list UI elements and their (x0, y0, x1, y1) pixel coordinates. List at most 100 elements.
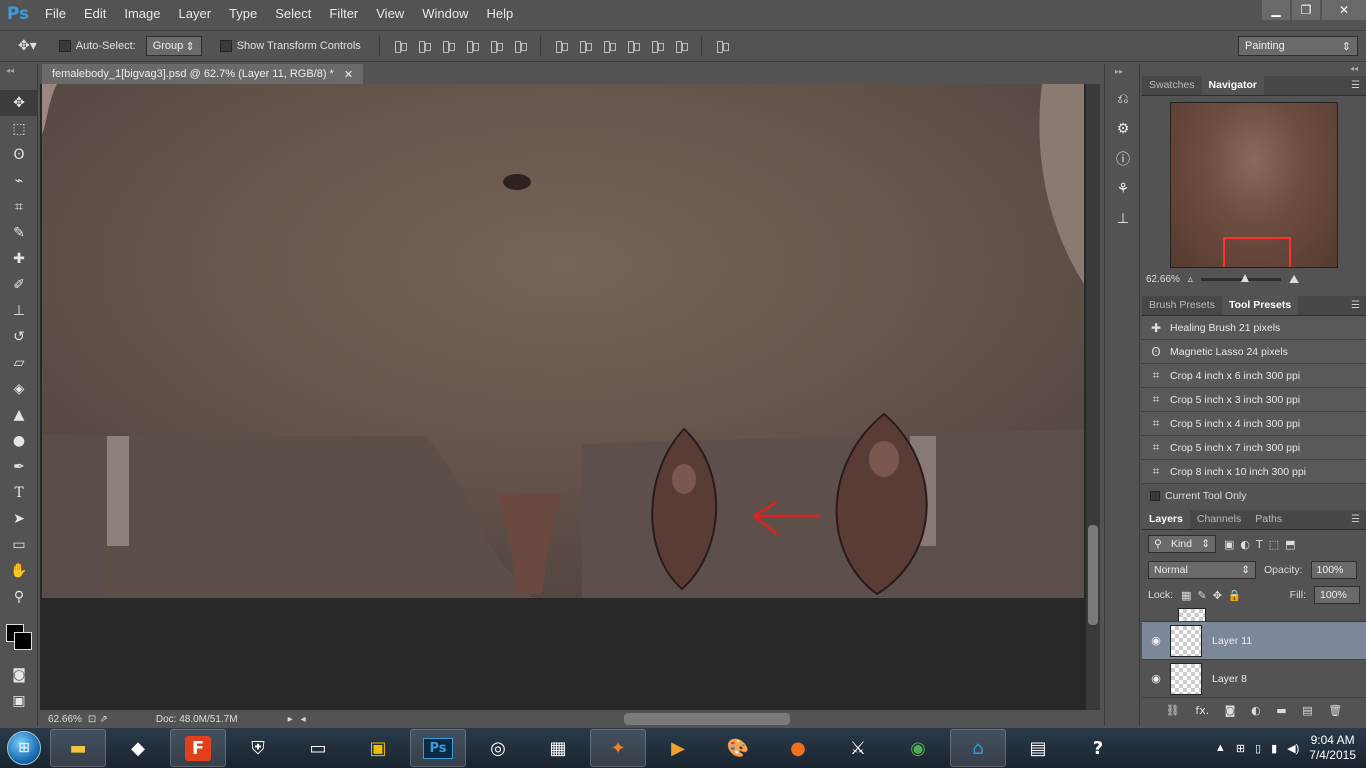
auto-select-dropdown[interactable]: Group ⇕ (145, 36, 202, 56)
align-hcenter-icon[interactable] (488, 38, 504, 54)
distribute-bottom-icon[interactable] (601, 38, 617, 54)
path-select-tool-icon[interactable]: ➤ (0, 506, 38, 532)
tab-paths[interactable]: Paths (1248, 510, 1289, 529)
f-app-taskbar-icon[interactable]: F (170, 729, 226, 767)
toolbox-collapse-icon[interactable]: ◂◂ (0, 64, 37, 90)
navigator-zoom-value[interactable]: 62.66% (1146, 274, 1180, 285)
menu-view[interactable]: View (367, 0, 413, 28)
creation-kit-taskbar-icon[interactable]: ◆ (110, 729, 166, 767)
panel-menu-icon[interactable]: ☰ (1351, 296, 1360, 315)
eyedropper-tool-icon[interactable]: ✎ (0, 220, 38, 246)
distribute-left-icon[interactable] (625, 38, 641, 54)
align-top-icon[interactable] (392, 38, 408, 54)
rectangle-tool-icon[interactable]: ▭ (0, 532, 38, 558)
help-taskbar-icon[interactable]: ? (1070, 729, 1126, 767)
menu-type[interactable]: Type (220, 0, 266, 28)
paint-bucket-tool-icon[interactable]: ◈ (0, 376, 38, 402)
distribute-right-icon[interactable] (673, 38, 689, 54)
horizontal-scroll-thumb[interactable] (624, 713, 790, 725)
scanner-taskbar-icon[interactable]: ▤ (1010, 729, 1066, 767)
panels-collapse-icon[interactable]: ◂◂ (1142, 64, 1366, 76)
distribute-top-icon[interactable] (553, 38, 569, 54)
layer-row-layer-11[interactable]: ◉ Layer 11 (1142, 622, 1366, 660)
auto-align-icon[interactable] (714, 38, 730, 54)
new-layer-icon[interactable]: ▤ (1302, 704, 1312, 717)
opacity-input[interactable]: 100% (1310, 561, 1357, 579)
loot-taskbar-icon[interactable]: ▣ (350, 729, 406, 767)
adjustment-layer-icon[interactable]: ◐ (1251, 704, 1261, 717)
distribute-vcenter-icon[interactable] (577, 38, 593, 54)
pen-tool-icon[interactable]: ✒ (0, 454, 38, 480)
auto-select-checkbox[interactable] (58, 40, 71, 52)
steam-taskbar-icon[interactable]: ◎ (470, 729, 526, 767)
transform-controls-checkbox[interactable] (219, 40, 232, 52)
firefox-taskbar-icon[interactable]: ● (770, 729, 826, 767)
delete-layer-icon[interactable]: 🗑 (1328, 704, 1342, 717)
list-item[interactable]: ⌗ Crop 5 inch x 3 inch 300 ppi (1142, 388, 1366, 412)
align-bottom-icon[interactable] (440, 38, 456, 54)
media-player-taskbar-icon[interactable]: ▶ (650, 729, 706, 767)
menu-image[interactable]: Image (115, 0, 169, 28)
align-right-icon[interactable] (512, 38, 528, 54)
list-item[interactable]: ⌗ Crop 8 inch x 10 inch 300 ppi (1142, 460, 1366, 484)
menu-help[interactable]: Help (477, 0, 522, 28)
explorer-taskbar-icon[interactable]: ▬ (50, 729, 106, 767)
workspace-dropdown[interactable]: Painting ⇕ (1238, 36, 1358, 56)
zoom-in-icon[interactable]: ⛰ (1289, 272, 1299, 287)
blur-tool-icon[interactable]: ▲ (0, 402, 38, 428)
layer-filter-icons[interactable]: ▣◐T⬚⬒ (1224, 538, 1302, 551)
properties-panel-icon[interactable]: ⚙ (1105, 114, 1141, 144)
nmm-taskbar-icon[interactable]: ✦ (590, 729, 646, 767)
close-tab-icon[interactable]: ✕ (344, 68, 353, 81)
hand-tool-icon[interactable]: ✋ (0, 558, 38, 584)
list-item[interactable]: ⌗ Crop 5 inch x 7 inch 300 ppi (1142, 436, 1366, 460)
menu-filter[interactable]: Filter (320, 0, 367, 28)
add-mask-icon[interactable]: ◙ (1225, 704, 1236, 717)
partial-layer-row[interactable] (1142, 608, 1366, 622)
link-layers-icon[interactable]: ⛓ (1166, 704, 1180, 717)
background-color-swatch[interactable] (14, 632, 32, 650)
align-vcenter-icon[interactable] (416, 38, 432, 54)
lasso-tool-icon[interactable]: ʘ (0, 142, 38, 168)
tab-tool-presets[interactable]: Tool Presets (1221, 296, 1299, 315)
clock[interactable]: 9:04 AM 7/4/2015 (1309, 733, 1356, 763)
brush-panel-icon[interactable]: ⚘ (1105, 174, 1141, 204)
lock-icons[interactable]: ▦✎✥🔒 (1181, 589, 1248, 602)
document-tab[interactable]: femalebody_1[bigvag3].psd @ 62.7% (Layer… (42, 64, 364, 84)
clone-source-panel-icon[interactable]: ⊥ (1105, 204, 1141, 234)
move-tool-icon[interactable]: ✥ (0, 90, 38, 116)
eraser-tool-icon[interactable]: ▱ (0, 350, 38, 376)
list-item[interactable]: ✚ Healing Brush 21 pixels (1142, 316, 1366, 340)
dodge-tool-icon[interactable]: ● (0, 428, 38, 454)
minimize-button[interactable]: ▁ (1262, 0, 1290, 20)
align-left-icon[interactable] (464, 38, 480, 54)
crop-tool-icon[interactable]: ⌗ (0, 194, 38, 220)
marquee-tool-icon[interactable]: ⬚ (0, 116, 38, 142)
menu-file[interactable]: File (36, 0, 75, 28)
close-button[interactable]: ✕ (1322, 0, 1366, 20)
layer-style-icon[interactable]: fx. (1195, 704, 1209, 717)
zoom-slider[interactable] (1200, 273, 1281, 282)
distribute-hcenter-icon[interactable] (649, 38, 665, 54)
chrome-taskbar-icon[interactable]: ◉ (890, 729, 946, 767)
visibility-eye-icon[interactable]: ◉ (1142, 634, 1170, 647)
document-canvas[interactable] (42, 84, 1084, 598)
healing-brush-tool-icon[interactable]: ✚ (0, 246, 38, 272)
fill-input[interactable]: 100% (1314, 586, 1360, 604)
panel-menu-icon[interactable]: ☰ (1351, 76, 1360, 95)
gpu-app-taskbar-icon[interactable]: ▦ (530, 729, 586, 767)
info-panel-icon[interactable]: ⓘ (1105, 144, 1141, 174)
zoom-out-icon[interactable]: ▵ (1188, 274, 1193, 285)
photoshop-taskbar-icon[interactable]: Ps (410, 729, 466, 767)
menu-layer[interactable]: Layer (170, 0, 221, 28)
status-menu-arrow-icon[interactable]: ▸ (288, 714, 293, 725)
type-tool-icon[interactable]: T (0, 480, 38, 506)
paint-taskbar-icon[interactable]: 🎨 (710, 729, 766, 767)
tab-swatches[interactable]: Swatches (1142, 76, 1202, 95)
brush-tool-icon[interactable]: ✐ (0, 272, 38, 298)
menu-select[interactable]: Select (266, 0, 320, 28)
quick-mask-icon[interactable]: ◙ (0, 662, 38, 688)
transform-controls-option[interactable]: Show Transform Controls (219, 40, 361, 52)
current-tool-only-checkbox[interactable] (1150, 491, 1160, 501)
menu-window[interactable]: Window (413, 0, 477, 28)
